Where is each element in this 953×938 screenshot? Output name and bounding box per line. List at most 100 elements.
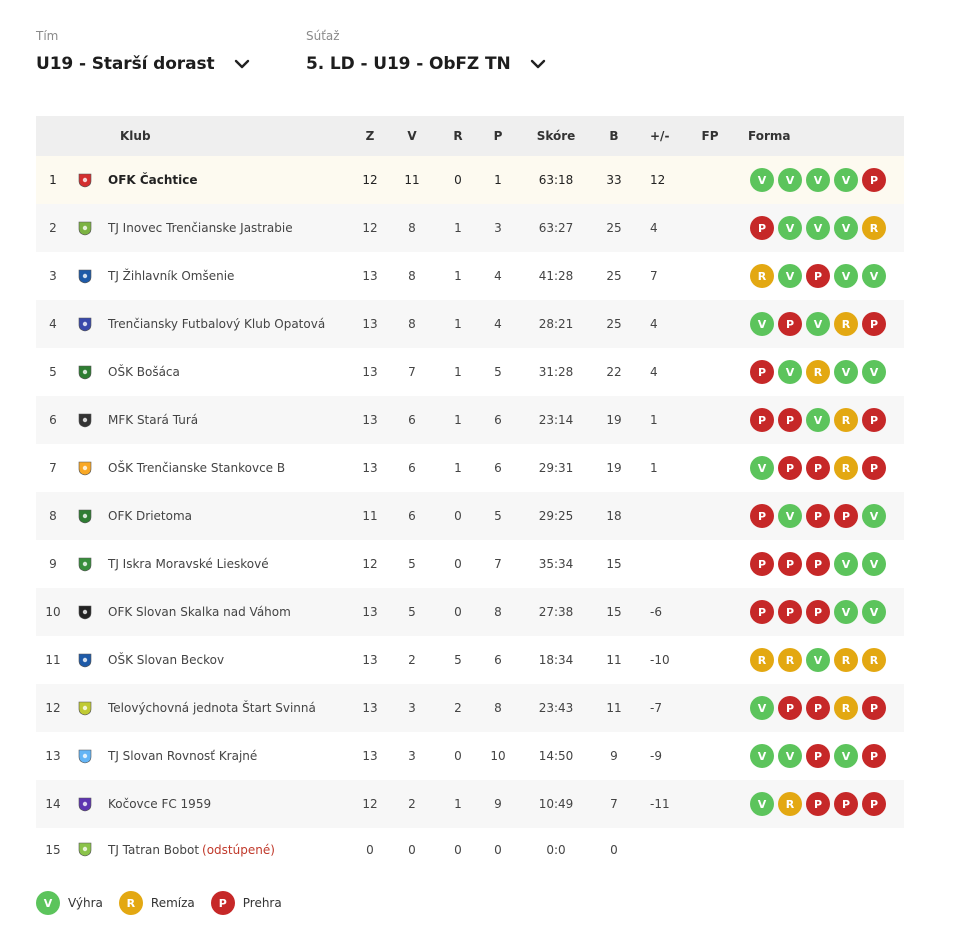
club-name[interactable]: TJ Tatran Bobot (odstúpené): [108, 828, 275, 871]
table-row[interactable]: 4 Trenčiansky Futbalový Klub Opatová 13 8 1 4…: [36, 300, 904, 348]
form-badge[interactable]: P: [862, 408, 886, 432]
table-row[interactable]: 15 TJ Tatran Bobot (odstúpené) 0 0 0 0 0:0 0: [36, 828, 904, 871]
table-row[interactable]: 3 TJ Žihlavník Omšenie 13 8 1 4 41:28 25 7 R V P V V: [36, 252, 904, 300]
club-name[interactable]: OŠK Bošáca: [108, 348, 180, 396]
club-name-text[interactable]: TJ Inovec Trenčianske Jastrabie: [108, 221, 293, 235]
form-badge[interactable]: R: [834, 456, 858, 480]
form-badge[interactable]: P: [806, 264, 830, 288]
form-badge[interactable]: V: [750, 456, 774, 480]
table-row[interactable]: 8 OFK Drietoma 11 6 0 5 29:25 18 P V P P V: [36, 492, 904, 540]
form-badge[interactable]: V: [806, 216, 830, 240]
club-name-text[interactable]: TJ Iskra Moravské Lieskové: [108, 557, 269, 571]
form-badge[interactable]: P: [862, 792, 886, 816]
competition-selector[interactable]: Súťaž 5. LD - U19 - ObFZ TN: [306, 28, 547, 74]
form-badge[interactable]: P: [750, 408, 774, 432]
form-badge[interactable]: V: [750, 744, 774, 768]
table-row[interactable]: 9 TJ Iskra Moravské Lieskové 12 5 0 7 35:34 15 P…: [36, 540, 904, 588]
form-badge[interactable]: V: [834, 552, 858, 576]
form-badge[interactable]: P: [834, 504, 858, 528]
form-badge[interactable]: P: [778, 312, 802, 336]
form-badge[interactable]: V: [834, 744, 858, 768]
form-badge[interactable]: V: [750, 696, 774, 720]
form-badge[interactable]: V: [778, 360, 802, 384]
form-badge[interactable]: R: [806, 360, 830, 384]
team-selector[interactable]: Tím U19 - Starší dorast: [36, 28, 251, 74]
table-row[interactable]: 13 TJ Slovan Rovnosť Krajné 13 3 0 10 14:50 9 -9…: [36, 732, 904, 780]
form-badge[interactable]: R: [862, 648, 886, 672]
form-badge[interactable]: P: [862, 456, 886, 480]
table-row[interactable]: 1 OFK Čachtice 12 11 0 1 63:18 33 12 V V V V P: [36, 156, 904, 204]
form-badge[interactable]: P: [862, 168, 886, 192]
club-name-text[interactable]: TJ Slovan Rovnosť Krajné: [108, 749, 257, 763]
form-badge[interactable]: V: [862, 552, 886, 576]
table-row[interactable]: 11 OŠK Slovan Beckov 13 2 5 6 18:34 11 -10 R R V R R: [36, 636, 904, 684]
club-name[interactable]: OFK Slovan Skalka nad Váhom: [108, 588, 291, 636]
club-name[interactable]: TJ Žihlavník Omšenie: [108, 252, 234, 300]
form-badge[interactable]: V: [834, 264, 858, 288]
club-name[interactable]: TJ Slovan Rovnosť Krajné: [108, 732, 257, 780]
club-name[interactable]: TJ Inovec Trenčianske Jastrabie: [108, 204, 293, 252]
form-badge[interactable]: R: [778, 648, 802, 672]
club-name[interactable]: TJ Iskra Moravské Lieskové: [108, 540, 269, 588]
club-name-text[interactable]: OFK Slovan Skalka nad Váhom: [108, 605, 291, 619]
form-badge[interactable]: P: [778, 408, 802, 432]
form-badge[interactable]: V: [806, 408, 830, 432]
form-badge[interactable]: P: [806, 552, 830, 576]
club-name-text[interactable]: OŠK Trenčianske Stankovce B: [108, 461, 285, 475]
form-badge[interactable]: V: [750, 168, 774, 192]
club-name-text[interactable]: OFK Drietoma: [108, 509, 192, 523]
form-badge[interactable]: P: [862, 696, 886, 720]
team-selector-value[interactable]: U19 - Starší dorast: [36, 54, 215, 74]
club-name[interactable]: Kočovce FC 1959: [108, 780, 211, 828]
form-badge[interactable]: V: [806, 648, 830, 672]
table-row[interactable]: 12 Telovýchovná jednota Štart Svinná 13 3 2 8…: [36, 684, 904, 732]
club-name[interactable]: Trenčiansky Futbalový Klub Opatová: [108, 300, 325, 348]
form-badge[interactable]: P: [806, 504, 830, 528]
form-badge[interactable]: P: [750, 504, 774, 528]
form-badge[interactable]: V: [862, 504, 886, 528]
club-name[interactable]: OŠK Slovan Beckov: [108, 636, 224, 684]
club-name-text[interactable]: MFK Stará Turá: [108, 413, 198, 427]
form-badge[interactable]: V: [778, 504, 802, 528]
club-name-text[interactable]: Kočovce FC 1959: [108, 797, 211, 811]
club-name-text[interactable]: OFK Čachtice: [108, 173, 198, 187]
form-badge[interactable]: V: [778, 168, 802, 192]
table-row[interactable]: 6 MFK Stará Turá 13 6 1 6 23:14 19 1 P P V R P: [36, 396, 904, 444]
form-badge[interactable]: P: [834, 792, 858, 816]
club-name-text[interactable]: OŠK Bošáca: [108, 365, 180, 379]
form-badge[interactable]: R: [834, 648, 858, 672]
table-row[interactable]: 7 OŠK Trenčianske Stankovce B 13 6 1 6 29:31 19…: [36, 444, 904, 492]
club-name-text[interactable]: Telovýchovná jednota Štart Svinná: [108, 701, 316, 715]
form-badge[interactable]: P: [750, 360, 774, 384]
form-badge[interactable]: P: [806, 696, 830, 720]
form-badge[interactable]: V: [750, 792, 774, 816]
form-badge[interactable]: V: [806, 168, 830, 192]
form-badge[interactable]: P: [778, 552, 802, 576]
club-name-text[interactable]: OŠK Slovan Beckov: [108, 653, 224, 667]
club-name[interactable]: OFK Drietoma: [108, 492, 192, 540]
chevron-down-icon[interactable]: [529, 55, 547, 73]
form-badge[interactable]: P: [778, 600, 802, 624]
chevron-down-icon[interactable]: [233, 55, 251, 73]
form-badge[interactable]: R: [834, 408, 858, 432]
form-badge[interactable]: P: [806, 456, 830, 480]
form-badge[interactable]: V: [834, 600, 858, 624]
club-name-text[interactable]: TJ Žihlavník Omšenie: [108, 269, 234, 283]
table-row[interactable]: 2 TJ Inovec Trenčianske Jastrabie 12 8 1 3 63:…: [36, 204, 904, 252]
form-badge[interactable]: P: [778, 696, 802, 720]
competition-selector-value[interactable]: 5. LD - U19 - ObFZ TN: [306, 54, 511, 74]
club-name-text[interactable]: Trenčiansky Futbalový Klub Opatová: [108, 317, 325, 331]
club-name[interactable]: OŠK Trenčianske Stankovce B: [108, 444, 285, 492]
form-badge[interactable]: P: [862, 312, 886, 336]
form-badge[interactable]: V: [806, 312, 830, 336]
form-badge[interactable]: V: [834, 168, 858, 192]
form-badge[interactable]: R: [750, 264, 774, 288]
form-badge[interactable]: R: [834, 696, 858, 720]
form-badge[interactable]: V: [778, 744, 802, 768]
form-badge[interactable]: V: [834, 360, 858, 384]
form-badge[interactable]: V: [862, 264, 886, 288]
form-badge[interactable]: R: [778, 792, 802, 816]
table-row[interactable]: 14 Kočovce FC 1959 12 2 1 9 10:49 7 -11 V R P P P: [36, 780, 904, 828]
form-badge[interactable]: V: [750, 312, 774, 336]
form-badge[interactable]: P: [750, 552, 774, 576]
